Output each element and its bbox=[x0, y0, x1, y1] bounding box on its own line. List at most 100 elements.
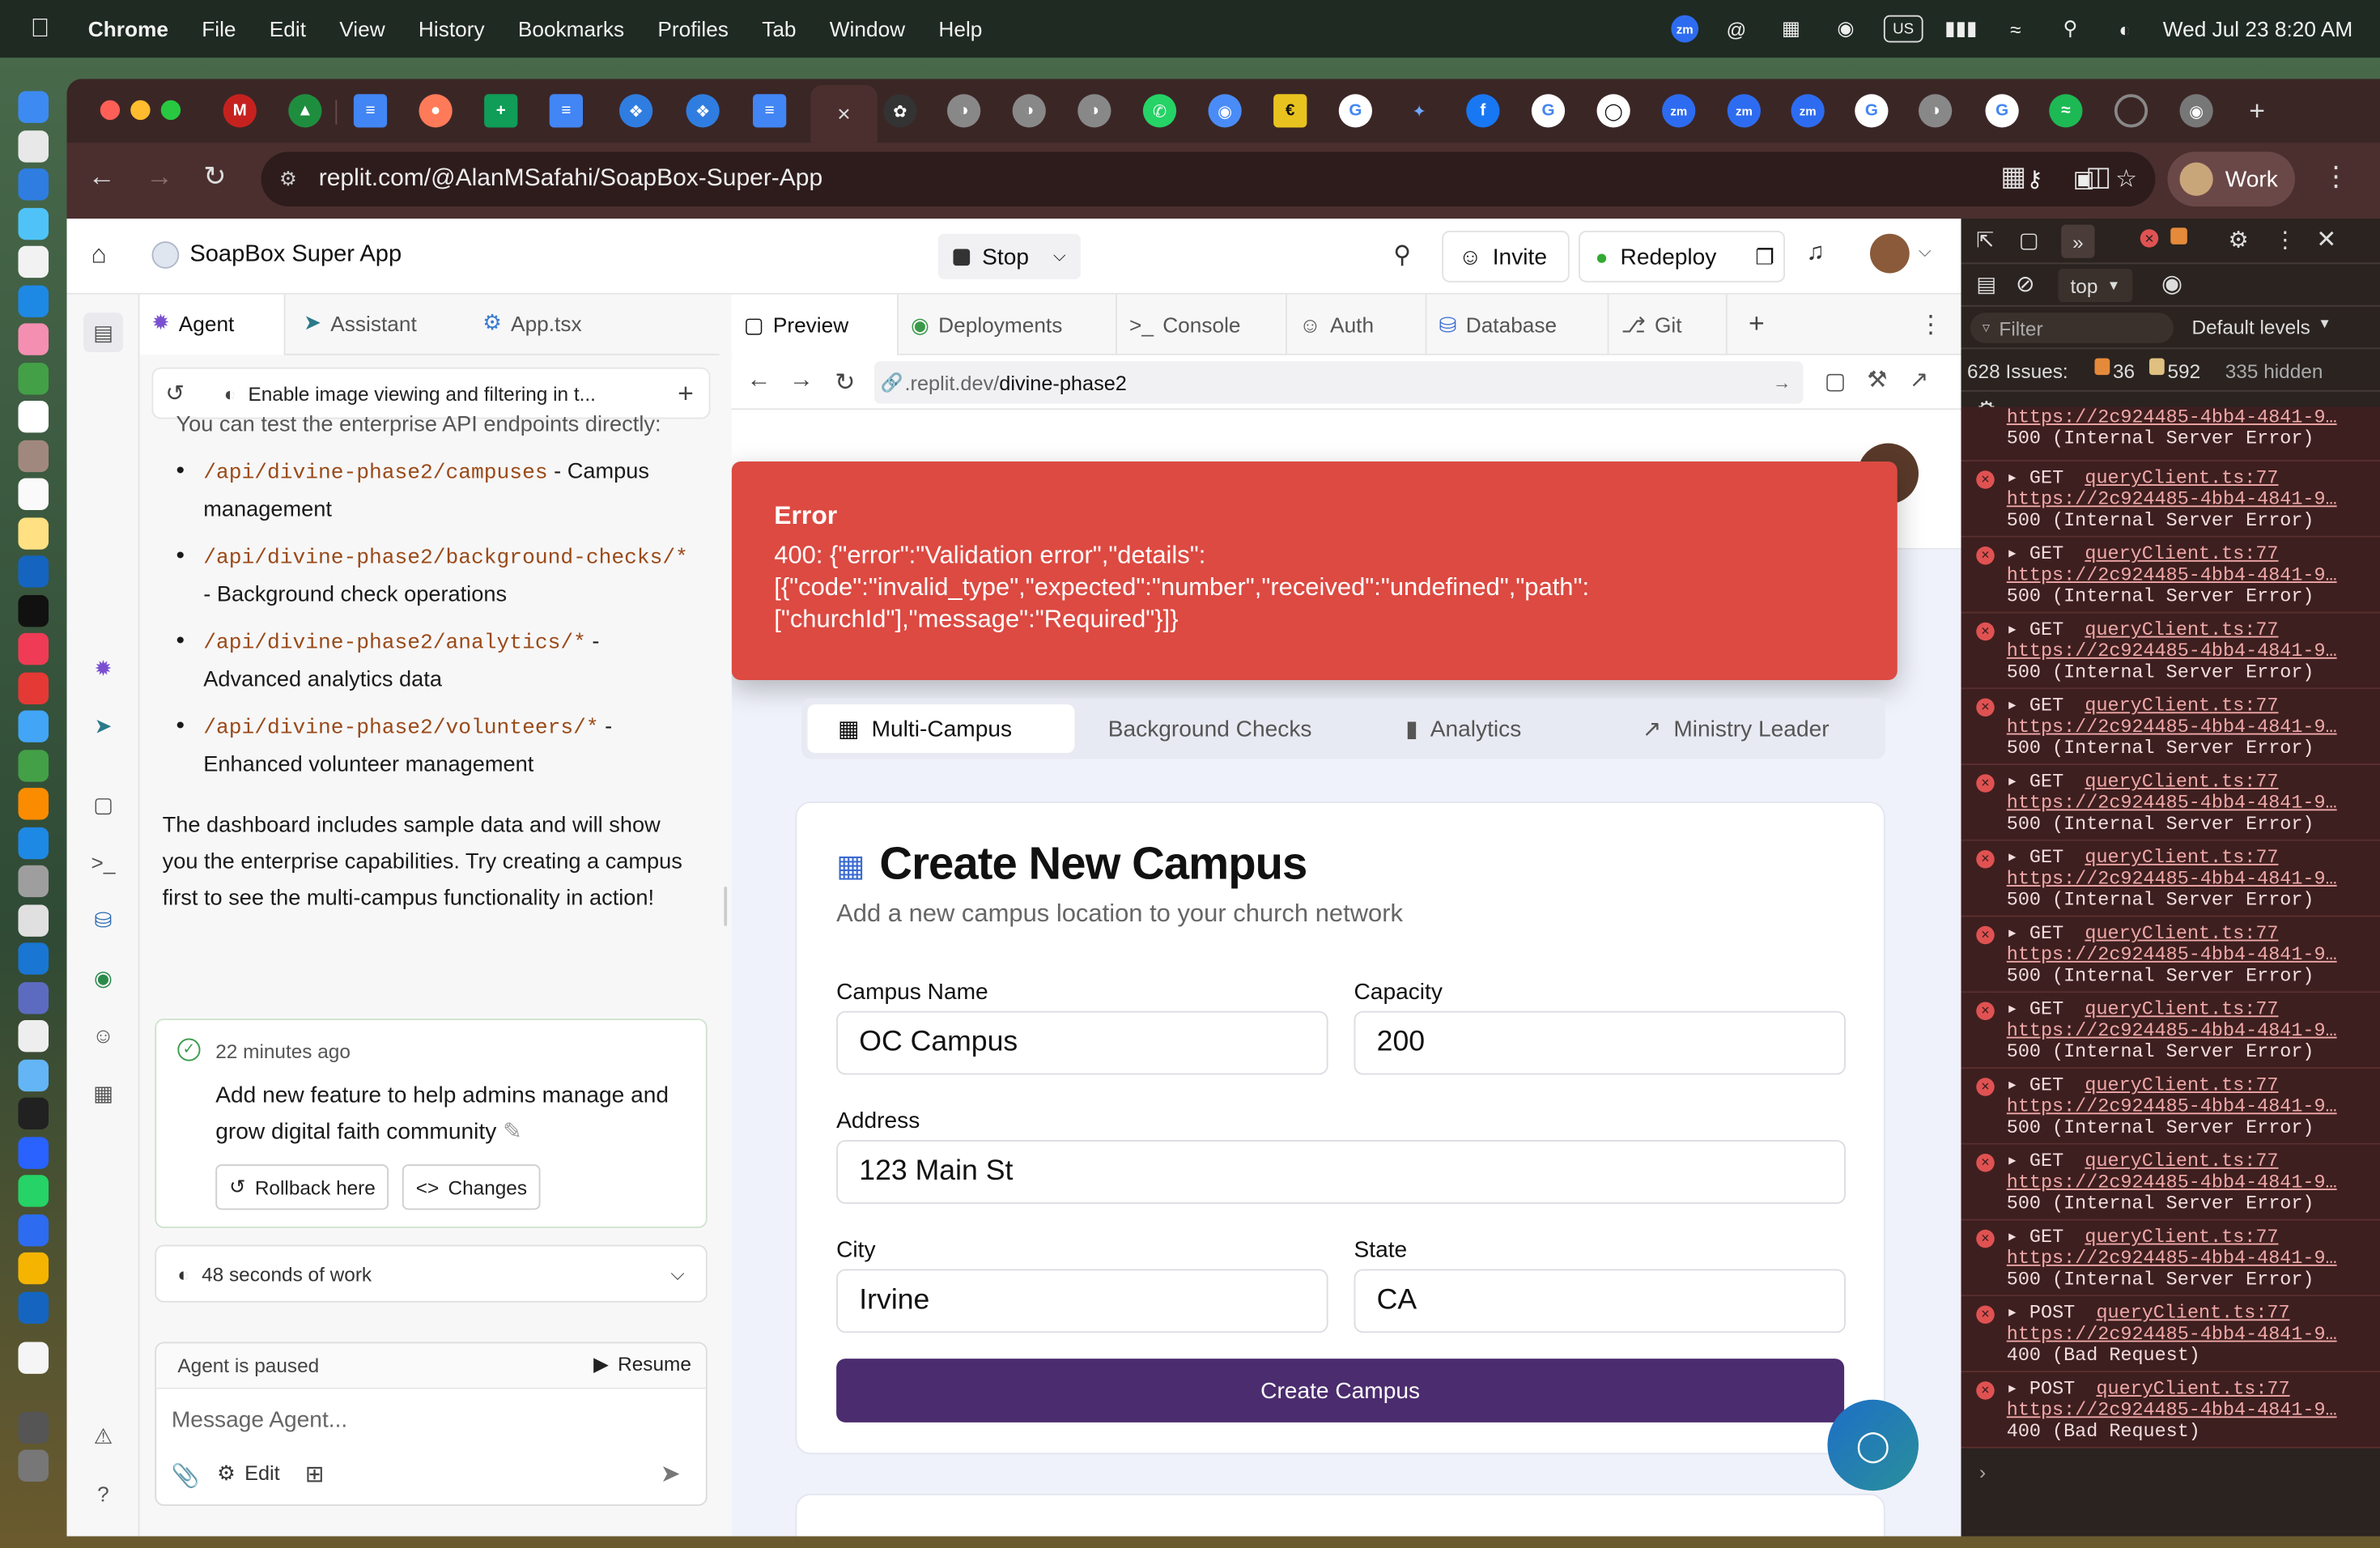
menu-tab[interactable]: Tab bbox=[762, 17, 796, 41]
log-entry[interactable]: ✕ ▸ POST queryClient.ts:77 https://2c9244… bbox=[1961, 1296, 2380, 1372]
safari-icon[interactable] bbox=[18, 168, 49, 201]
error-toast[interactable]: Error 400: {"error":"Validation error","… bbox=[731, 461, 1898, 680]
log-entry[interactable]: ✕ ▸ GET queryClient.ts:77 https://2c92448… bbox=[1961, 916, 2380, 993]
apple-icon[interactable]:  bbox=[31, 14, 64, 45]
tab-google-icon-4[interactable]: G bbox=[1985, 94, 2019, 128]
log-entry[interactable]: https://2c924485-4bb4-4841-9… 500 (Inter… bbox=[1961, 406, 2380, 461]
tab-safari-icon-2[interactable]: ❖ bbox=[686, 94, 720, 128]
redeploy-button[interactable]: ● Redeploy ❐ bbox=[1579, 231, 1785, 283]
finder-icon[interactable] bbox=[18, 91, 49, 123]
notifications-bell-icon[interactable]: ♫ bbox=[1806, 240, 1825, 267]
tab-zoom-icon-2[interactable]: zm bbox=[1727, 94, 1761, 128]
log-entry[interactable]: ✕ ▸ POST queryClient.ts:77 https://2c9244… bbox=[1961, 1372, 2380, 1448]
search-icon[interactable]: ⚲ bbox=[1393, 240, 1411, 270]
rail-console-icon[interactable]: >_ bbox=[88, 847, 119, 878]
rail-deploy-icon[interactable]: ◉ bbox=[88, 963, 119, 993]
edit-pencil-icon[interactable]: ✎ bbox=[503, 1119, 522, 1145]
forward-arrow-icon[interactable]: → bbox=[146, 161, 173, 193]
trash-icon[interactable] bbox=[18, 1449, 49, 1482]
rail-alerts-icon[interactable]: ⚠ bbox=[88, 1421, 119, 1452]
live-expression-eye-icon[interactable]: ◉ bbox=[2161, 269, 2182, 300]
extensions-icon[interactable]: ▦ bbox=[2000, 161, 2026, 193]
tab-google-icon-3[interactable]: G bbox=[1855, 94, 1889, 128]
log-source[interactable]: queryClient.ts:77 bbox=[2096, 1303, 2289, 1324]
subtab-background-checks[interactable]: Background Checks bbox=[1077, 704, 1351, 753]
notes-icon[interactable] bbox=[18, 517, 49, 549]
menu-app-chrome[interactable]: Chrome bbox=[88, 17, 168, 41]
rail-assistant-icon[interactable]: ➤ bbox=[88, 711, 119, 742]
devtools-settings-gear-icon[interactable]: ⚙ bbox=[2229, 226, 2249, 253]
open-new-window-icon[interactable]: ↗ bbox=[1910, 366, 1929, 393]
battery-icon[interactable]: ▮▮▮ bbox=[1944, 14, 1978, 45]
whatsapp-icon[interactable] bbox=[18, 1175, 49, 1207]
tab-auth[interactable]: ☺ Auth bbox=[1287, 294, 1427, 355]
log-entry[interactable]: ✕ ▸ GET queryClient.ts:77 https://2c92448… bbox=[1961, 1144, 2380, 1221]
history-icon[interactable]: ↺ bbox=[165, 380, 185, 407]
teams-dock-icon[interactable] bbox=[18, 981, 49, 1014]
panel-resize-handle[interactable] bbox=[719, 294, 732, 1537]
capacity-input[interactable]: 200 bbox=[1354, 1010, 1846, 1075]
more-panels-icon[interactable]: » bbox=[2061, 224, 2095, 258]
city-input[interactable]: Irvine bbox=[836, 1269, 1328, 1333]
tab-google-icon[interactable]: G bbox=[1338, 94, 1372, 128]
tab-docs-icon-2[interactable]: ≡ bbox=[549, 94, 583, 128]
launchpad-icon[interactable] bbox=[18, 130, 49, 162]
state-input[interactable]: CA bbox=[1354, 1269, 1846, 1333]
tab-whatsapp-icon[interactable]: ✆ bbox=[1142, 94, 1177, 128]
profile-button[interactable]: Work bbox=[2167, 151, 2295, 206]
tab-app-tsx[interactable]: ⚙ App.tsx bbox=[482, 310, 581, 336]
inspect-element-icon[interactable]: ⇱ bbox=[1976, 228, 1994, 253]
menu-edit[interactable]: Edit bbox=[270, 17, 306, 41]
message-input[interactable]: Message Agent... bbox=[172, 1407, 347, 1433]
terminal-icon[interactable] bbox=[18, 1097, 49, 1129]
maps-icon[interactable] bbox=[18, 284, 49, 317]
settings-icon[interactable] bbox=[18, 865, 49, 898]
user-avatar[interactable] bbox=[1870, 233, 1910, 274]
files-dock-icon[interactable] bbox=[18, 1058, 49, 1091]
log-url[interactable]: https://2c924485-4bb4-4841-9… bbox=[2007, 869, 2337, 890]
tab-database[interactable]: ⛁ Database bbox=[1427, 294, 1609, 355]
new-tab-button[interactable]: + bbox=[2241, 94, 2274, 127]
tab-git[interactable]: ⎇ Git bbox=[1609, 294, 1728, 355]
log-url[interactable]: https://2c924485-4bb4-4841-9… bbox=[2007, 793, 2337, 814]
active-tab-close-button[interactable]: × bbox=[810, 85, 878, 143]
log-source[interactable]: queryClient.ts:77 bbox=[2085, 772, 2278, 793]
log-url[interactable]: https://2c924485-4bb4-4841-9… bbox=[2007, 944, 2337, 965]
preview-forward-icon[interactable]: → bbox=[789, 368, 814, 395]
tab-openai-icon[interactable]: ✿ bbox=[883, 94, 917, 128]
log-source[interactable]: queryClient.ts:77 bbox=[2085, 1227, 2278, 1248]
wifi-icon[interactable]: ≈ bbox=[1999, 14, 2032, 45]
tab-docs-icon-3[interactable]: ≡ bbox=[753, 94, 787, 128]
tab-globe-icon-2[interactable]: ◑ bbox=[1012, 94, 1046, 128]
menu-profiles[interactable]: Profiles bbox=[657, 17, 729, 41]
invite-button[interactable]: ☺ Invite bbox=[1442, 231, 1570, 283]
thread-title[interactable]: Enable image viewing and filtering in t.… bbox=[248, 382, 596, 405]
chrome-dock-icon[interactable] bbox=[18, 1252, 49, 1285]
console-sidebar-icon[interactable]: ▤ bbox=[1976, 272, 1996, 298]
music-icon[interactable] bbox=[18, 632, 49, 666]
preview-icon[interactable] bbox=[18, 904, 49, 936]
downloads-icon[interactable] bbox=[18, 1410, 49, 1444]
log-source[interactable]: queryClient.ts:77 bbox=[2085, 619, 2278, 640]
repl-title[interactable]: SoapBox Super App bbox=[189, 241, 402, 269]
browser-menu-icon[interactable]: ⋮ bbox=[2323, 161, 2350, 193]
reload-icon[interactable]: ↻ bbox=[203, 161, 226, 193]
bookmark-star-icon[interactable]: ☆ bbox=[2115, 164, 2137, 195]
log-entry[interactable]: ✕ ▸ GET queryClient.ts:77 https://2c92448… bbox=[1961, 765, 2380, 841]
rollback-button[interactable]: ↺ Rollback here bbox=[215, 1164, 389, 1210]
tab-drive-icon[interactable]: ▲ bbox=[288, 94, 322, 128]
devtools-menu-icon[interactable]: ⋮ bbox=[2274, 226, 2297, 253]
context-selector[interactable]: top ▼ bbox=[2058, 268, 2133, 303]
tab-hubspot-icon[interactable]: ● bbox=[419, 94, 453, 128]
tab-assistant[interactable]: ➤ Assistant bbox=[304, 310, 417, 336]
rail-preview-icon[interactable]: ▢ bbox=[88, 789, 119, 820]
numbers-icon[interactable] bbox=[18, 749, 49, 781]
log-url[interactable]: https://2c924485-4bb4-4841-9… bbox=[2007, 1096, 2337, 1117]
tab-spotify-icon[interactable]: ≈ bbox=[2049, 94, 2083, 128]
log-url[interactable]: https://2c924485-4bb4-4841-9… bbox=[2007, 565, 2337, 586]
zoom-icon[interactable] bbox=[18, 1214, 49, 1246]
tab-app-icon[interactable]: ◉ bbox=[1208, 94, 1242, 128]
log-entry[interactable]: ✕ ▸ GET queryClient.ts:77 https://2c92448… bbox=[1961, 840, 2380, 917]
subtab-multi-campus[interactable]: ▦ Multi-Campus bbox=[807, 704, 1075, 753]
log-entry[interactable]: ✕ ▸ GET queryClient.ts:77 https://2c92448… bbox=[1961, 1069, 2380, 1145]
